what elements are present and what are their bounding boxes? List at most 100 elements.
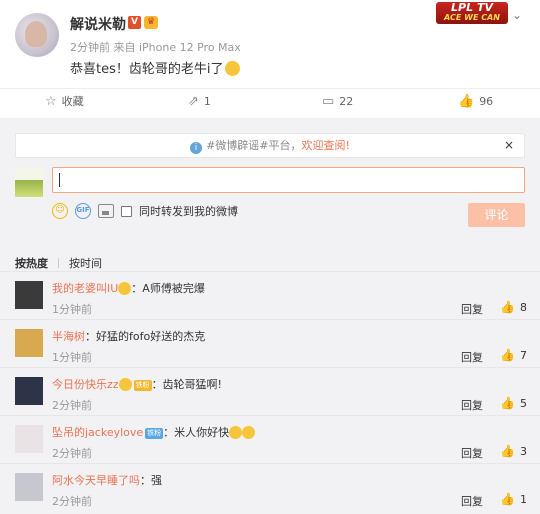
comment-time: 2分钟前: [52, 399, 92, 412]
comment-like-button[interactable]: 👍 5: [500, 396, 527, 410]
comment-like-button[interactable]: 👍 8: [500, 300, 527, 314]
author-name[interactable]: 解说米勒: [70, 14, 126, 34]
commenter-avatar[interactable]: [15, 329, 43, 357]
comment-like-count: 8: [519, 300, 527, 314]
comment-like-count: 3: [519, 444, 527, 458]
comment-time: 1分钟前: [52, 351, 92, 364]
lpl-brand-logo: LPL TV ACE WE CAN: [436, 2, 508, 24]
thumbs-up-icon: 👍: [500, 348, 515, 362]
repost-option-label: 同时转发到我的微博: [139, 205, 238, 218]
star-icon: ☆: [45, 93, 57, 109]
comment-line: 坠吊的jackeylove 铁粉 ：米人你好快: [52, 424, 256, 440]
notice-text: #微博辟谣#平台，: [206, 139, 302, 152]
like-button[interactable]: 👍 96: [458, 89, 493, 113]
comment-count: 22: [339, 94, 354, 108]
favorite-button[interactable]: ☆ 收藏: [45, 89, 84, 113]
thumbs-up-emoji-icon: [242, 426, 256, 439]
tab-sort-time[interactable]: 按时间: [69, 255, 102, 271]
comment-button[interactable]: ▭ 22: [322, 89, 353, 113]
comment-like-button[interactable]: 👍 3: [500, 444, 527, 458]
tab-sort-hot[interactable]: 按热度: [15, 255, 48, 271]
comment-time: 2分钟前: [52, 495, 92, 508]
sort-divider: [58, 258, 59, 268]
crown-badge-icon: [118, 378, 132, 391]
thumbs-up-icon: 👍: [500, 396, 515, 410]
post-meta: 2分钟前 来自 iPhone 12 Pro Max: [70, 41, 241, 54]
comment-line: 今日份快乐zz 铁粉 ：齿轮哥猛啊!: [52, 376, 222, 392]
post-actions-bar: ☆ 收藏 ⇗ 1 ▭ 22 👍 96: [0, 88, 540, 114]
brand-logo-top: LPL TV: [451, 1, 493, 14]
comment-like-count: 5: [519, 396, 527, 410]
repost-button[interactable]: ⇗ 1: [188, 89, 211, 113]
verified-badge: V: [128, 16, 141, 29]
comment-row: 坠吊的jackeylove 铁粉 ：米人你好快 2分钟前 回复 👍 3: [0, 415, 540, 463]
comment-time: 2分钟前: [52, 447, 92, 460]
thumbs-up-icon: 👍: [458, 93, 475, 109]
comment-like-button[interactable]: 👍 7: [500, 348, 527, 362]
comment-text: ：强: [140, 474, 162, 487]
my-avatar: [15, 169, 43, 197]
commenter-name[interactable]: 我的老婆叫IU: [52, 282, 118, 295]
comment-like-count: 7: [519, 348, 527, 362]
comment-line: 阿水今天早睡了吗：强: [52, 472, 162, 488]
commenter-avatar[interactable]: [15, 425, 43, 453]
post-text: 恭喜tes！齿轮哥的老牛i了: [70, 58, 241, 77]
thumbs-up-icon: 👍: [500, 444, 515, 458]
commenter-name[interactable]: 今日份快乐zz: [52, 378, 119, 391]
notice-link[interactable]: 欢迎查阅!: [302, 139, 350, 152]
author-avatar[interactable]: [15, 13, 59, 57]
commenter-name[interactable]: 半海树: [52, 330, 85, 343]
comment-text: ：齿轮哥猛啊!: [151, 378, 222, 391]
comment-like-count: 1: [519, 492, 527, 506]
comment-row: 我的老婆叫IU ：A师傅被完爆 1分钟前 回复 👍 8: [0, 271, 540, 319]
comment-like-button[interactable]: 👍 1: [500, 492, 527, 506]
comment-icon: ▭: [322, 93, 335, 109]
info-icon: i: [190, 142, 203, 154]
comment-tools: ☺ GIF 同时转发到我的微博: [52, 203, 238, 219]
commenter-avatar[interactable]: [15, 377, 43, 405]
comment-time: 1分钟前: [52, 303, 92, 316]
like-count: 96: [479, 94, 494, 108]
reply-button[interactable]: 回复: [461, 301, 483, 317]
reply-button[interactable]: 回复: [461, 397, 483, 413]
fan-badge: 铁粉: [133, 380, 152, 391]
reply-button[interactable]: 回复: [461, 493, 483, 509]
commenter-avatar[interactable]: [15, 473, 43, 501]
comment-list: 我的老婆叫IU ：A师傅被完爆 1分钟前 回复 👍 8 半海树：好猛的fofo好送的…: [0, 271, 540, 511]
sort-tabs: 按热度 按时间: [15, 255, 102, 271]
commenter-name[interactable]: 坠吊的jackeylove: [52, 426, 143, 439]
comment-text: ：A师傅被完爆: [131, 282, 205, 295]
crown-badge-icon: [118, 282, 132, 295]
comment-row: 阿水今天早睡了吗：强 2分钟前 回复 👍 1: [0, 463, 540, 511]
submit-comment-button[interactable]: 评论: [468, 203, 525, 227]
crown-badge-icon: ♛: [144, 16, 158, 29]
reply-button[interactable]: 回复: [461, 445, 483, 461]
post-header: 解说米勒 V ♛ 2分钟前 来自 iPhone 12 Pro Max 恭喜tes…: [0, 0, 540, 88]
smile-emoji-icon: [225, 61, 241, 76]
repost-icon: ⇗: [188, 93, 199, 109]
dog-emoji-icon: [229, 426, 243, 439]
rumor-notice-bar: i #微博辟谣#平台，欢迎查阅! ×: [15, 133, 525, 158]
comment-panel: i #微博辟谣#平台，欢迎查阅! × ☺ GIF 同时转发到我的微博 评论 按热度…: [0, 118, 540, 514]
comment-input[interactable]: [52, 167, 525, 193]
comment-text: ：好猛的fofo好送的杰克: [85, 330, 206, 343]
comment-row: 今日份快乐zz 铁粉 ：齿轮哥猛啊! 2分钟前 回复 👍 5: [0, 367, 540, 415]
commenter-avatar[interactable]: [15, 281, 43, 309]
gif-icon[interactable]: GIF: [75, 203, 91, 219]
post-text-content: 恭喜tes！齿轮哥的老牛i了: [70, 62, 224, 77]
comment-line: 我的老婆叫IU ：A师傅被完爆: [52, 280, 205, 296]
comment-line: 半海树：好猛的fofo好送的杰克: [52, 328, 205, 344]
thumbs-up-icon: 👍: [500, 492, 515, 506]
reply-button[interactable]: 回复: [461, 349, 483, 365]
comment-row: 半海树：好猛的fofo好送的杰克 1分钟前 回复 👍 7: [0, 319, 540, 367]
close-icon[interactable]: ×: [504, 134, 514, 157]
emoji-icon[interactable]: ☺: [52, 203, 68, 219]
repost-checkbox[interactable]: [121, 205, 132, 217]
commenter-name[interactable]: 阿水今天早睡了吗: [52, 474, 140, 487]
brand-logo-bottom: ACE WE CAN: [444, 13, 500, 22]
image-icon[interactable]: [98, 204, 114, 218]
chevron-down-icon[interactable]: ⌄: [512, 8, 526, 22]
text-caret: [59, 173, 60, 187]
favorite-label: 收藏: [61, 95, 84, 108]
comment-text: ：米人你好快: [163, 426, 230, 439]
